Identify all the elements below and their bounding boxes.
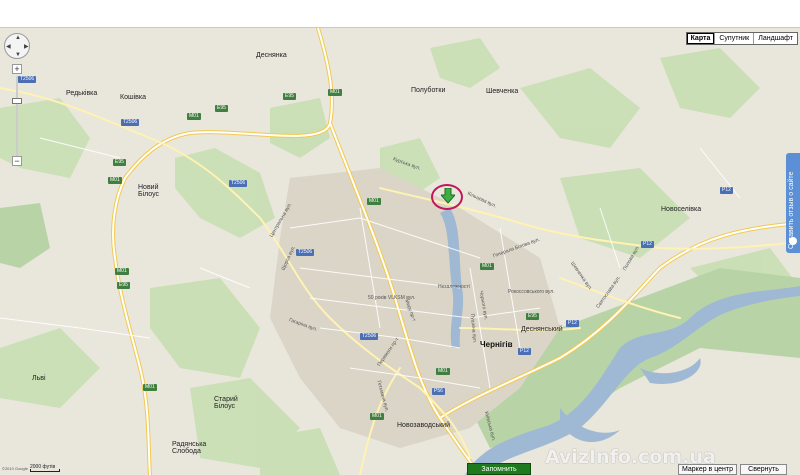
route-shield: P12	[518, 348, 531, 355]
pan-down-icon[interactable]: ▼	[15, 52, 21, 58]
route-shield: E95	[113, 159, 126, 166]
place-label: Новоселівка	[661, 206, 702, 213]
pan-control[interactable]: ▲ ▼ ◀ ▶	[4, 33, 30, 59]
route-shield: E95	[283, 93, 296, 100]
route-shield: P12	[720, 187, 733, 194]
collapse-button[interactable]: Свернуть	[740, 464, 787, 475]
place-label: Шевченка	[486, 88, 519, 95]
city-label: Чернігів	[480, 340, 513, 349]
map-type-satellite-button[interactable]: Супутник	[714, 33, 754, 44]
zoom-out-button[interactable]: −	[12, 156, 22, 166]
map-type-switcher: Карта Супутник Ландшафт	[685, 32, 798, 45]
map-canvas[interactable]: Деснянка Редьківка Кошівка Полуботки Шев…	[0, 28, 800, 475]
download-arrow-icon[interactable]	[441, 188, 455, 204]
route-shield: E95	[526, 313, 539, 320]
feedback-label: Оставить отзыв о сайте	[788, 171, 795, 249]
scale-bar	[30, 469, 60, 472]
zoom-slider-track[interactable]	[16, 76, 18, 158]
place-label: Новозаводський	[397, 422, 450, 429]
map-type-terrain-button[interactable]: Ландшафт	[753, 33, 797, 44]
place-label: Редьківка	[66, 90, 98, 97]
map-type-map-button[interactable]: Карта	[686, 33, 715, 44]
route-shield: M01	[436, 368, 450, 375]
place-label: Кошівка	[120, 94, 146, 101]
route-shield: M01	[187, 113, 201, 120]
route-shield: P56	[432, 388, 445, 395]
pan-right-icon[interactable]: ▶	[24, 44, 29, 50]
route-shield: M01	[370, 413, 384, 420]
route-shield: E95	[117, 282, 130, 289]
route-shield: T2506	[229, 180, 248, 187]
copyright-text: ©2010 Google	[2, 466, 28, 471]
route-shield: P12	[641, 241, 654, 248]
place-label: Новий Білоус	[138, 184, 160, 198]
route-shield: M01	[108, 177, 122, 184]
route-shield: T2506	[296, 249, 315, 256]
route-shield: P12	[566, 320, 579, 327]
street-label: Рокоссовського вул.	[508, 289, 555, 295]
route-shield: M01	[143, 384, 157, 391]
route-shield: T2506	[18, 76, 37, 83]
top-toolbar	[0, 0, 800, 28]
feedback-icon	[789, 237, 797, 245]
route-shield: E95	[215, 105, 228, 112]
place-label: Радянська Слобода	[172, 441, 207, 455]
zoom-in-button[interactable]: +	[12, 64, 22, 74]
street-label: Незалежності	[438, 284, 470, 290]
route-shield: M01	[367, 198, 381, 205]
route-shield: M01	[115, 268, 129, 275]
remember-position-button[interactable]: Запомнить позицию	[467, 463, 531, 475]
place-label: Старий Білоус	[214, 396, 238, 410]
pan-left-icon[interactable]: ◀	[6, 44, 11, 50]
route-shield: M01	[480, 263, 494, 270]
route-shield: T2506	[360, 333, 379, 340]
place-label: Деснянський	[521, 326, 563, 333]
route-shield: M01	[328, 89, 342, 96]
zoom-slider-thumb[interactable]	[12, 98, 22, 104]
center-marker-button[interactable]: Маркер в центр	[678, 464, 737, 475]
place-label: Льві	[32, 375, 46, 382]
route-shield: T2506	[121, 119, 140, 126]
place-label: Полуботки	[411, 87, 446, 94]
pan-up-icon[interactable]: ▲	[15, 35, 21, 41]
feedback-tab[interactable]: Оставить отзыв о сайте	[786, 153, 800, 253]
place-label: Деснянка	[256, 52, 287, 59]
